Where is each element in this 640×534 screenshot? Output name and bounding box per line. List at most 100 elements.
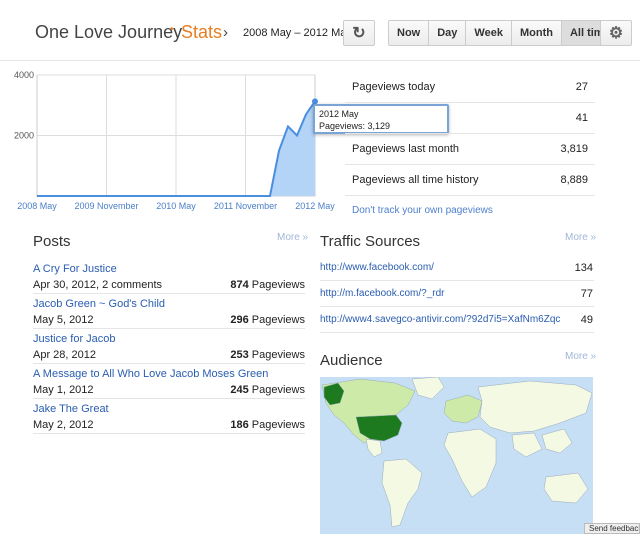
dont-track-link[interactable]: Don't track your own pageviews <box>352 205 493 216</box>
y-tick-label: 4000 <box>14 70 34 80</box>
post-meta: May 5, 2012 296 Pageviews <box>33 312 305 329</box>
australia-region <box>543 472 589 504</box>
world-map-graphic <box>321 377 593 528</box>
post-pageviews: 186 Pageviews <box>230 417 305 433</box>
post-count: 245 <box>230 384 249 396</box>
traffic-count: 77 <box>580 287 593 300</box>
range-month-button[interactable]: Month <box>510 21 561 45</box>
x-tick-label: 2009 November <box>74 201 138 211</box>
date-range-label: 2008 May – 2012 May <box>243 27 352 39</box>
post-unit: Pageviews <box>251 314 305 326</box>
africa-region <box>443 428 497 498</box>
settings-button[interactable]: ⚙ <box>600 20 632 46</box>
pageviews-chart[interactable]: 2000 4000 2008 May 2009 November 2010 May 201… <box>0 62 345 222</box>
audience-more-link[interactable]: More » <box>565 351 596 362</box>
post-meta: Apr 28, 2012 253 Pageviews <box>33 347 305 364</box>
post-title-link[interactable]: Justice for Jacob <box>33 331 305 347</box>
post-date: Apr 30, 2012, 2 comments <box>33 279 163 291</box>
header-divider <box>0 60 640 61</box>
list-item: Jacob Green ~ God's Child May 5, 2012 296… <box>33 296 305 331</box>
post-title-link[interactable]: Jake The Great <box>33 401 305 417</box>
europe-region <box>443 394 483 424</box>
south-america-region <box>381 458 423 528</box>
traffic-count: 134 <box>574 261 593 274</box>
post-unit: Pageviews <box>251 349 305 361</box>
list-item: A Cry For Justice Apr 30, 2012, 2 commen… <box>33 261 305 296</box>
traffic-url-link[interactable]: http://m.facebook.com/?_rdr <box>320 288 445 299</box>
send-feedback-button[interactable]: Send feedback <box>584 523 640 534</box>
post-unit: Pageviews <box>251 279 305 291</box>
post-title-link[interactable]: Jacob Green ~ God's Child <box>33 296 305 312</box>
audience-world-map[interactable] <box>320 377 593 534</box>
post-date: May 2, 2012 <box>33 419 94 431</box>
range-now-button[interactable]: Now <box>389 21 429 45</box>
x-tick-label: 2008 May <box>17 201 57 211</box>
post-count: 874 <box>230 279 249 291</box>
traffic-sources-heading: Traffic Sources <box>320 233 421 250</box>
range-day-button[interactable]: Day <box>428 21 466 45</box>
x-tick-label: 2010 May <box>156 201 196 211</box>
chevron-right-icon: › <box>223 24 228 41</box>
post-count: 296 <box>230 314 249 326</box>
summary-row: Pageviews all time history 8,889 <box>345 165 595 196</box>
range-week-button[interactable]: Week <box>465 21 511 45</box>
asia-region <box>477 380 593 434</box>
x-tick-label: 2011 November <box>214 201 277 211</box>
post-title-link[interactable]: A Cry For Justice <box>33 261 305 277</box>
post-date: May 5, 2012 <box>33 314 94 326</box>
summary-value: 3,819 <box>560 143 588 155</box>
stats-page-title: Stats <box>181 22 223 42</box>
traffic-count: 49 <box>580 313 593 326</box>
audience-heading: Audience <box>320 352 383 369</box>
table-row: http://m.facebook.com/?_rdr 77 <box>320 281 594 307</box>
post-meta: May 2, 2012 186 Pageviews <box>33 417 305 434</box>
y-tick-label: 2000 <box>14 131 34 141</box>
post-pageviews: 245 Pageviews <box>230 382 305 398</box>
summary-label: Pageviews last month <box>352 143 459 155</box>
blog-title[interactable]: One Love Journey <box>35 22 182 43</box>
post-count: 253 <box>230 349 249 361</box>
stats-header: One Love Journey • Stats › 2008 May – 20… <box>0 0 640 62</box>
mexico-region <box>365 438 383 458</box>
india-region <box>511 432 543 458</box>
greenland-region <box>411 377 445 400</box>
summary-value: 41 <box>575 112 588 124</box>
gear-icon: ⚙ <box>608 25 624 42</box>
summary-label: Pageviews all time history <box>352 174 479 186</box>
traffic-url-link[interactable]: http://www4.savegco-antivir.com/?92d7i5=… <box>320 314 560 325</box>
post-count: 186 <box>230 419 249 431</box>
post-unit: Pageviews <box>251 419 305 431</box>
summary-row: Pageviews last month 3,819 <box>345 134 595 165</box>
post-title-link[interactable]: A Message to All Who Love Jacob Moses Gr… <box>33 366 305 382</box>
post-pageviews: 296 Pageviews <box>230 312 305 328</box>
list-item: Justice for Jacob Apr 28, 2012 253 Pagevi… <box>33 331 305 366</box>
list-item: A Message to All Who Love Jacob Moses Gr… <box>33 366 305 401</box>
post-meta: May 1, 2012 245 Pageviews <box>33 382 305 399</box>
pageviews-summary: Pageviews today 27 41 Pageviews last mont… <box>345 72 595 196</box>
post-pageviews: 253 Pageviews <box>230 347 305 363</box>
table-row: http://www4.savegco-antivir.com/?92d7i5=… <box>320 307 594 333</box>
refresh-button[interactable]: ↻ <box>343 20 375 46</box>
china-region <box>541 428 573 454</box>
range-selector: Now Day Week Month All time <box>388 20 619 46</box>
post-meta: Apr 30, 2012, 2 comments 874 Pageviews <box>33 277 305 294</box>
posts-list: A Cry For Justice Apr 30, 2012, 2 commen… <box>33 261 305 436</box>
list-item: Jake The Great May 2, 2012 186 Pageviews <box>33 401 305 436</box>
title-separator-dot: • <box>170 24 174 35</box>
summary-label: Pageviews today <box>352 81 436 93</box>
post-date: Apr 28, 2012 <box>33 349 96 361</box>
refresh-icon: ↻ <box>352 25 366 42</box>
summary-value: 8,889 <box>560 174 588 186</box>
table-row: http://www.facebook.com/134 <box>320 255 594 281</box>
traffic-url-link[interactable]: http://www.facebook.com/ <box>320 262 434 273</box>
posts-heading: Posts <box>33 233 71 250</box>
traffic-list: http://www.facebook.com/134 http://m.fac… <box>320 255 594 333</box>
post-pageviews: 874 Pageviews <box>230 277 305 293</box>
post-date: May 1, 2012 <box>33 384 94 396</box>
traffic-more-link[interactable]: More » <box>565 232 596 243</box>
x-tick-label: 2012 May <box>295 201 335 211</box>
summary-row: Pageviews today 27 <box>345 72 595 103</box>
summary-row: 41 <box>345 103 595 134</box>
posts-more-link[interactable]: More » <box>277 232 308 243</box>
summary-value: 27 <box>575 81 588 93</box>
